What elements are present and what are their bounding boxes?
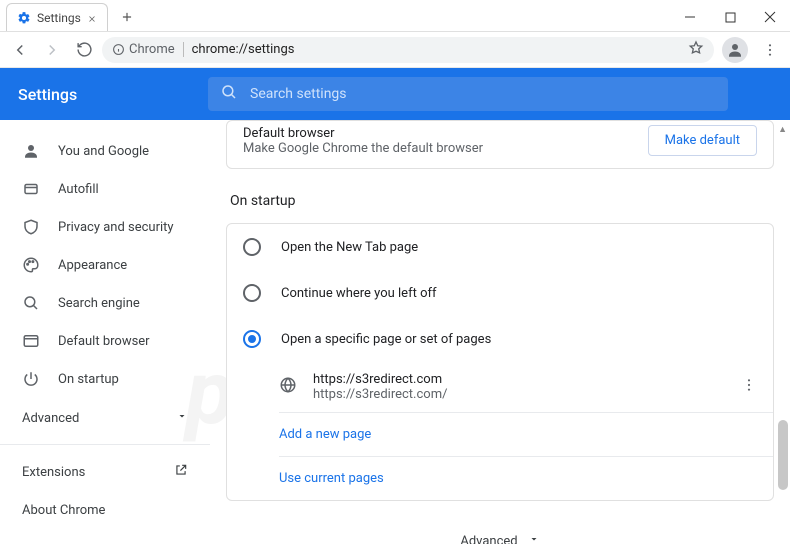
sidebar-item-you-and-google[interactable]: You and Google xyxy=(0,132,210,170)
autofill-icon xyxy=(22,180,40,198)
back-button[interactable] xyxy=(6,36,34,64)
address-bar[interactable]: Chrome chrome://settings xyxy=(102,37,714,63)
default-browser-subtitle: Make Google Chrome the default browser xyxy=(243,141,483,156)
palette-icon xyxy=(22,256,40,274)
sidebar-item-autofill[interactable]: Autofill xyxy=(0,170,210,208)
advanced-label: Advanced xyxy=(22,411,79,426)
maximize-button[interactable] xyxy=(710,3,750,31)
search-icon xyxy=(220,83,238,105)
startup-option-newtab[interactable]: Open the New Tab page xyxy=(227,224,773,270)
sidebar-item-label: Privacy and security xyxy=(58,220,174,235)
sidebar-item-label: Autofill xyxy=(58,182,99,197)
sidebar-item-label: Default browser xyxy=(58,334,150,349)
radio-icon xyxy=(243,238,261,256)
divider xyxy=(0,444,210,445)
browser-tab[interactable]: Settings xyxy=(6,3,108,31)
sidebar-item-label: Search engine xyxy=(58,296,140,311)
scheme-chip: Chrome xyxy=(112,42,184,57)
browser-icon xyxy=(22,332,40,350)
sidebar-item-privacy[interactable]: Privacy and security xyxy=(0,208,210,246)
radio-icon xyxy=(243,330,261,348)
sidebar-item-on-startup[interactable]: On startup xyxy=(0,360,210,398)
radio-label: Open a specific page or set of pages xyxy=(281,332,491,347)
startup-option-specific-pages[interactable]: Open a specific page or set of pages xyxy=(227,316,773,362)
close-window-button[interactable] xyxy=(750,3,790,31)
tab-strip: Settings xyxy=(0,0,670,31)
info-icon xyxy=(112,43,125,56)
scroll-up-arrow[interactable]: ▲ xyxy=(778,124,787,135)
page-title: Settings xyxy=(18,85,208,104)
sidebar-item-appearance[interactable]: Appearance xyxy=(0,246,210,284)
profile-avatar[interactable] xyxy=(722,37,748,63)
settings-search[interactable] xyxy=(208,77,728,111)
new-tab-button[interactable] xyxy=(116,6,138,28)
radio-label: Open the New Tab page xyxy=(281,240,418,255)
startup-option-continue[interactable]: Continue where you left off xyxy=(227,270,773,316)
search-input[interactable] xyxy=(250,86,716,102)
power-icon xyxy=(22,370,40,388)
advanced-section-toggle[interactable]: Advanced xyxy=(226,515,774,544)
reload-button[interactable] xyxy=(70,36,98,64)
sidebar-about-chrome[interactable]: About Chrome xyxy=(0,493,210,528)
add-new-page-link[interactable]: Add a new page xyxy=(227,413,773,456)
startup-page-row: https://s3redirect.com https://s3redirec… xyxy=(227,362,773,412)
sidebar-item-label: You and Google xyxy=(58,144,149,159)
settings-main: ▲ Default browser Make Google Chrome the… xyxy=(210,120,790,544)
kebab-menu-button[interactable] xyxy=(756,36,784,64)
settings-sidebar: You and Google Autofill Privacy and secu… xyxy=(0,120,210,544)
sidebar-item-label: Appearance xyxy=(58,258,127,273)
person-icon xyxy=(22,142,40,160)
scheme-label: Chrome xyxy=(129,42,175,57)
sidebar-advanced-toggle[interactable]: Advanced xyxy=(0,398,210,438)
sidebar-item-label: On startup xyxy=(58,372,119,387)
startup-page-title: https://s3redirect.com xyxy=(313,372,447,387)
forward-button[interactable] xyxy=(38,36,66,64)
extensions-label: Extensions xyxy=(22,465,85,480)
on-startup-heading: On startup xyxy=(226,183,774,223)
sidebar-item-search-engine[interactable]: Search engine xyxy=(0,284,210,322)
window-controls xyxy=(670,3,790,31)
shield-icon xyxy=(22,218,40,236)
minimize-button[interactable] xyxy=(670,3,710,31)
make-default-button[interactable]: Make default xyxy=(648,125,757,156)
advanced-footer-label: Advanced xyxy=(460,534,517,544)
globe-icon xyxy=(279,376,297,398)
page-more-button[interactable] xyxy=(741,377,757,397)
sidebar-item-default-browser[interactable]: Default browser xyxy=(0,322,210,360)
chevron-down-icon xyxy=(176,410,188,426)
sidebar-extensions[interactable]: Extensions xyxy=(0,451,210,493)
tab-title: Settings xyxy=(37,11,81,25)
default-browser-title: Default browser xyxy=(243,126,483,141)
window-titlebar: Settings xyxy=(0,0,790,32)
on-startup-card: Open the New Tab page Continue where you… xyxy=(226,223,774,501)
about-label: About Chrome xyxy=(22,503,105,518)
startup-page-url: https://s3redirect.com/ xyxy=(313,387,447,402)
settings-header: Settings xyxy=(0,68,790,120)
radio-label: Continue where you left off xyxy=(281,286,437,301)
use-current-pages-link[interactable]: Use current pages xyxy=(227,457,773,500)
default-browser-card: Default browser Make Google Chrome the d… xyxy=(226,120,774,169)
close-icon[interactable] xyxy=(87,13,97,23)
bookmark-button[interactable] xyxy=(688,40,704,60)
browser-toolbar: Chrome chrome://settings xyxy=(0,32,790,68)
url-text: chrome://settings xyxy=(192,42,295,57)
scrollbar-thumb[interactable] xyxy=(778,420,788,490)
search-icon xyxy=(22,294,40,312)
chevron-down-icon xyxy=(528,533,540,544)
gear-icon xyxy=(17,11,31,25)
radio-icon xyxy=(243,284,261,302)
external-link-icon xyxy=(174,463,188,481)
